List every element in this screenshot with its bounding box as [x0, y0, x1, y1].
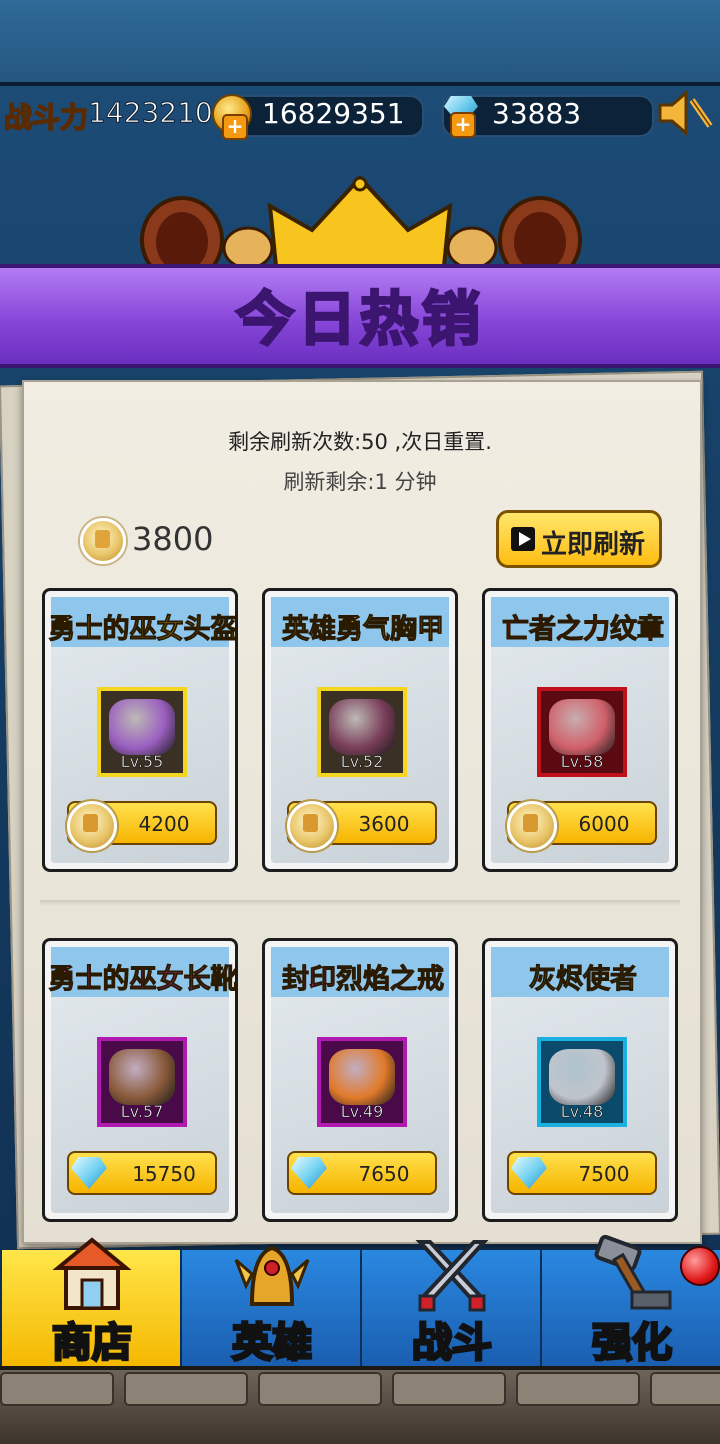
- card-header: 勇士的巫女头盔: [48, 597, 238, 647]
- item-card[interactable]: 勇士的巫女长靴 Lv.57 15750: [42, 938, 238, 1222]
- ground-stone: [258, 1372, 382, 1406]
- nav-label-shop: 商店: [51, 1319, 134, 1368]
- ground-stone: [124, 1372, 248, 1406]
- gold-value: 16829351: [262, 97, 405, 130]
- item-name: 勇士的巫女长靴: [48, 964, 238, 996]
- buy-button[interactable]: 3600: [287, 801, 437, 851]
- power-label: 战斗力: [3, 100, 89, 135]
- nav-tab-shop[interactable]: 商店: [0, 1237, 180, 1368]
- card-header: 英雄勇气胸甲: [271, 597, 449, 647]
- plus-icon: +: [450, 112, 476, 138]
- item-frame[interactable]: Lv.55: [97, 687, 187, 777]
- item-level: Lv.49: [340, 1102, 384, 1122]
- boots-icon: [109, 1049, 175, 1105]
- buy-button[interactable]: 15750: [67, 1151, 217, 1195]
- medal-currency-value: 3800: [132, 520, 214, 558]
- item-level: Lv.57: [120, 1102, 164, 1122]
- item-frame[interactable]: Lv.52: [317, 687, 407, 777]
- item-card[interactable]: 封印烈焰之戒 Lv.49 7650: [262, 938, 458, 1222]
- medal-currency-icon: [80, 518, 126, 564]
- gem-value: 33883: [492, 97, 582, 130]
- play-icon: [511, 527, 535, 551]
- nav-label-hero: 英雄: [231, 1319, 314, 1368]
- emblem-icon: [549, 699, 615, 755]
- item-frame[interactable]: Lv.57: [97, 1037, 187, 1127]
- diamond-plus-icon[interactable]: +: [442, 94, 482, 138]
- ground-stone: [516, 1372, 640, 1406]
- item-card[interactable]: 亡者之力纹章 Lv.58 6000: [482, 588, 678, 872]
- buy-button[interactable]: 4200: [67, 801, 217, 851]
- ground-stone: [392, 1372, 506, 1406]
- diamond-icon: [71, 1157, 107, 1189]
- speaker-muted-icon[interactable]: [656, 88, 714, 138]
- item-level: Lv.48: [560, 1102, 604, 1122]
- plus-icon: +: [222, 114, 248, 140]
- winged-helmet-icon: [234, 1245, 310, 1306]
- item-level: Lv.55: [120, 752, 164, 772]
- item-level: Lv.58: [560, 752, 604, 772]
- nav-label-upgrade: 强化: [591, 1319, 674, 1368]
- forge-hammer-icon: [594, 1234, 672, 1310]
- item-name: 英雄勇气胸甲: [282, 614, 445, 646]
- item-name: 灰烬使者: [529, 964, 638, 996]
- diamond-icon: [511, 1157, 547, 1189]
- witch-hat-icon: [109, 699, 175, 755]
- chest-armor-icon: [329, 699, 395, 755]
- item-price: 6000: [578, 812, 630, 836]
- ground-stone: [650, 1372, 720, 1406]
- card-header: 亡者之力纹章: [491, 597, 669, 647]
- item-frame[interactable]: Lv.58: [537, 687, 627, 777]
- item-price: 7650: [358, 1162, 410, 1186]
- item-name: 亡者之力纹章: [502, 614, 665, 646]
- card-header: 勇士的巫女长靴: [48, 947, 238, 997]
- item-card[interactable]: 灰烬使者 Lv.48 7500: [482, 938, 678, 1222]
- sword-icon: [549, 1049, 615, 1105]
- card-header: 封印烈焰之戒: [271, 947, 449, 997]
- refresh-time-text: 刷新剩余:1 分钟: [283, 470, 437, 494]
- top-sky-strip: [0, 0, 720, 86]
- item-price: 3600: [358, 812, 410, 836]
- item-frame[interactable]: Lv.49: [317, 1037, 407, 1127]
- nav-tab-hero[interactable]: 英雄: [180, 1245, 360, 1368]
- gold-coin-plus-icon[interactable]: +: [212, 94, 252, 140]
- banner-title: 今日热销: [234, 284, 484, 355]
- item-frame[interactable]: Lv.48: [537, 1037, 627, 1127]
- crown-trumpets-decoration: [140, 175, 582, 270]
- card-header: 灰烬使者: [491, 947, 669, 997]
- power-value: 1423210: [88, 96, 214, 130]
- item-level: Lv.52: [340, 752, 384, 772]
- diamond-icon: [291, 1157, 327, 1189]
- ground-stone: [0, 1372, 114, 1406]
- item-card[interactable]: 英雄勇气胸甲 Lv.52 3600: [262, 588, 458, 872]
- notification-dot: [680, 1246, 720, 1286]
- item-price: 7500: [578, 1162, 630, 1186]
- crossed-swords-icon: [415, 1240, 489, 1312]
- item-price: 15750: [132, 1162, 196, 1186]
- item-name: 勇士的巫女头盔: [48, 614, 238, 646]
- refresh-count-text: 剩余刷新次数:50 ,次日重置.: [228, 430, 492, 454]
- refresh-now-button[interactable]: 立即刷新: [496, 510, 662, 568]
- nav-label-battle: 战斗: [411, 1319, 494, 1368]
- buy-button[interactable]: 7650: [287, 1151, 437, 1195]
- buy-button[interactable]: 7500: [507, 1151, 657, 1195]
- shop-house-icon: [52, 1237, 132, 1310]
- item-price: 4200: [138, 812, 190, 836]
- item-name: 封印烈焰之戒: [282, 964, 445, 996]
- buy-button[interactable]: 6000: [507, 801, 657, 851]
- refresh-button-label: 立即刷新: [541, 530, 646, 560]
- item-card[interactable]: 勇士的巫女头盔 Lv.55 4200: [42, 588, 238, 872]
- row-divider: [40, 900, 680, 906]
- fire-ring-icon: [329, 1049, 395, 1105]
- nav-tab-battle[interactable]: 战斗: [360, 1240, 540, 1368]
